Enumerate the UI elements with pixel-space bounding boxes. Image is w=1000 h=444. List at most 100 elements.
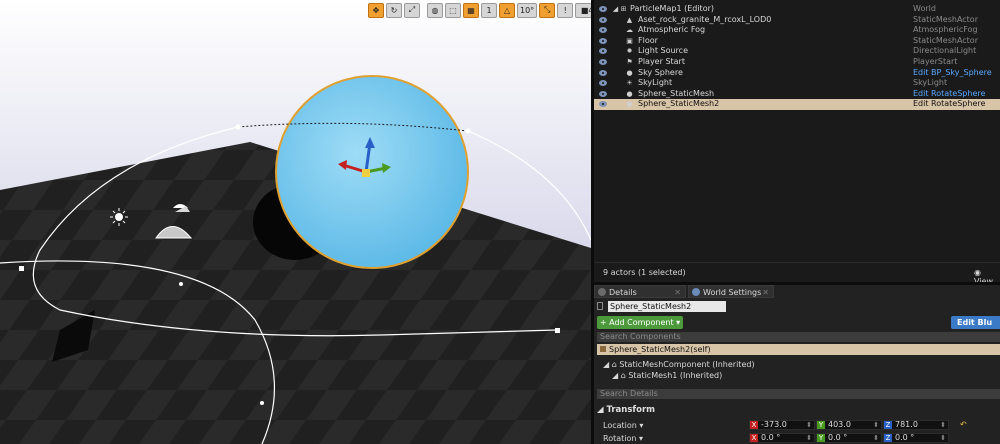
outliner-row-type: DirectionalLight [913,46,977,56]
outliner-status-bar: 9 actors (1 selected) ◉ View [594,262,1000,286]
outliner-row[interactable]: ⚑ Player Start PlayerStart [594,57,1000,68]
light-icon: ✹ [626,47,633,56]
move-icon: ✥ [372,5,380,15]
tab-world-settings[interactable]: World Settings ✕ [688,285,774,298]
visibility-eye-icon[interactable] [599,90,607,97]
outliner-row-type: AtmosphericFog [913,25,978,35]
outliner-row-type: StaticMeshActor [913,14,978,24]
rotation-label[interactable]: Rotation ▾ [603,434,643,443]
world-icon: ⊞ [620,5,627,13]
transform-section-header[interactable]: ◢ Transform [597,404,1000,417]
rotate-mode-button[interactable]: ↻ [386,2,402,18]
spin-arrows-icon: ⬍ [873,434,879,442]
reset-to-default-icon[interactable]: ↶ [960,420,967,429]
viewport-toolbar: ✥ ↻ ⤢ ◍ ⬚ ▦ 1 △ 10° ⤡ ! ■ 4 [368,2,591,18]
surface-snap-button[interactable]: ⬚ [445,2,461,18]
outliner-row-label: SkyLight [638,78,673,88]
rotation-snap-value: 10° [520,5,535,15]
outliner-row-label: Atmospheric Fog [638,25,706,35]
close-icon[interactable]: ✕ [762,286,769,299]
grid-size-value: 1 [486,5,492,15]
surface-snap-icon: ⬚ [449,5,457,15]
outliner-row[interactable]: ▣ Floor StaticMeshActor [594,36,1000,47]
search-components-input[interactable]: Search Components [597,332,1000,342]
actor-icon [600,346,606,352]
component-row[interactable]: ◢ ⌂ StaticMeshComponent (Inherited) [603,359,755,370]
close-icon[interactable]: ✕ [674,286,681,299]
static-mesh-icon: ▲ [626,15,633,24]
collapse-arrow-icon[interactable]: ◢ [597,405,607,415]
actor-name-field[interactable]: Sphere_StaticMesh2 [608,301,726,312]
outliner-row-label: Sphere_StaticMesh2 [638,99,720,109]
outliner-row-label: Sphere_StaticMesh [638,88,715,98]
scale-snap-dropdown[interactable]: ! [557,2,574,18]
scale-snap-value: ! [563,5,567,15]
actor-count: 9 actors (1 selected) [603,268,686,277]
globe-icon [692,288,700,296]
edit-blueprint-link[interactable]: Edit RotateSphere [913,89,985,100]
outliner-row[interactable]: ✹ Light Source DirectionalLight [594,46,1000,57]
scale-snap-icon: ⤡ [543,5,551,14]
static-mesh-icon: ▣ [626,36,633,45]
outliner-row[interactable]: ☁ Atmospheric Fog AtmosphericFog [594,25,1000,36]
scale-icon: ⤢ [408,5,416,14]
lock-icon[interactable] [597,302,603,310]
visibility-eye-icon[interactable] [599,48,607,55]
level-viewport[interactable]: ✥ ↻ ⤢ ◍ ⬚ ▦ 1 △ 10° ⤡ ! ■ 4 [0,0,591,444]
component-row[interactable]: ◢ ⌂ StaticMesh1 (Inherited) [612,370,722,381]
grid-snap-button[interactable]: ▦ [463,2,479,18]
player-start-icon: ⚑ [626,58,633,66]
globe-icon: ◍ [431,5,439,15]
location-property: Location ▾ X -373.0 ⬍ Y 403.0 ⬍ Z 781.0 ⬍ ↶ [594,419,1000,431]
world-outliner: ◢ ⊞ ParticleMap1 (Editor) World ▲ Aset_rock_g… [594,0,1000,286]
tab-details[interactable]: Details ✕ [594,285,686,298]
location-z-field[interactable]: Z 781.0 ⬍ [883,420,949,430]
select-move-button[interactable]: ✥ [368,2,384,18]
edit-blueprint-link[interactable]: Edit BP_Sky_Sphere [913,68,992,79]
visibility-eye-icon[interactable] [599,80,607,87]
scale-snap-button[interactable]: ⤡ [539,2,556,18]
visibility-eye-icon[interactable] [599,6,607,12]
sphere-icon: ● [626,89,633,98]
location-y-field[interactable]: Y 403.0 ⬍ [816,420,882,430]
details-panel: Details ✕ World Settings ✕ Sphere_Static… [594,285,1000,444]
rotation-z-field[interactable]: Z 0.0 ° ⬍ [883,433,949,443]
outliner-row[interactable]: ● Sphere_StaticMesh2 Edit RotateSphere [594,99,1000,110]
add-component-button[interactable]: + Add Component ▾ [597,316,683,329]
outliner-row[interactable]: ● Sphere_StaticMesh Edit RotateSphere [594,89,1000,100]
spin-arrows-icon: ⬍ [806,421,812,429]
grid-size-dropdown[interactable]: 1 [481,2,497,18]
rotation-x-field[interactable]: X 0.0 ° ⬍ [749,433,815,443]
rotation-snap-dropdown[interactable]: 10° [517,2,538,18]
visibility-eye-icon[interactable] [599,69,607,76]
visibility-eye-icon[interactable] [599,27,607,34]
visibility-eye-icon[interactable] [599,16,607,23]
outliner-row[interactable]: ● Sky Sphere Edit BP_Sky_Sphere [594,68,1000,79]
rotation-snap-button[interactable]: △ [499,2,515,18]
rotation-property: Rotation ▾ X 0.0 ° ⬍ Y 0.0 ° ⬍ Z 0.0 ° ⬍ [594,432,1000,444]
collapse-arrow-icon[interactable]: ◢ [612,371,621,380]
camera-speed-button[interactable]: ■ 4 [575,2,591,18]
outliner-row[interactable]: ▲ Aset_rock_granite_M_rcoxL_LOD0 StaticMes… [594,15,1000,26]
outliner-row[interactable]: ☀ SkyLight SkyLight [594,78,1000,89]
visibility-eye-icon[interactable] [599,101,607,108]
camera-icon: ■ [580,5,589,15]
visibility-eye-icon[interactable] [599,37,607,44]
viewport-scene[interactable] [0,0,591,444]
search-details-input[interactable]: Search Details [597,389,1000,399]
visibility-eye-icon[interactable] [599,59,607,65]
angle-icon: △ [503,5,511,15]
rotate-icon: ↻ [390,5,398,15]
outliner-row[interactable]: ◢ ⊞ ParticleMap1 (Editor) World [594,4,1000,15]
collapse-arrow-icon[interactable]: ◢ [603,360,612,369]
collapse-arrow-icon[interactable]: ◢ [612,6,619,13]
location-label[interactable]: Location ▾ [603,421,643,430]
world-space-button[interactable]: ◍ [427,2,443,18]
edit-blueprint-button[interactable]: Edit Blu [951,316,1000,329]
scale-mode-button[interactable]: ⤢ [404,2,420,18]
rotation-y-field[interactable]: Y 0.0 ° ⬍ [816,433,882,443]
location-x-field[interactable]: X -373.0 ⬍ [749,420,815,430]
outliner-row-label: Floor [638,35,658,45]
component-self-row[interactable]: Sphere_StaticMesh2(self) [597,344,1000,355]
grid-icon: ▦ [467,5,475,15]
